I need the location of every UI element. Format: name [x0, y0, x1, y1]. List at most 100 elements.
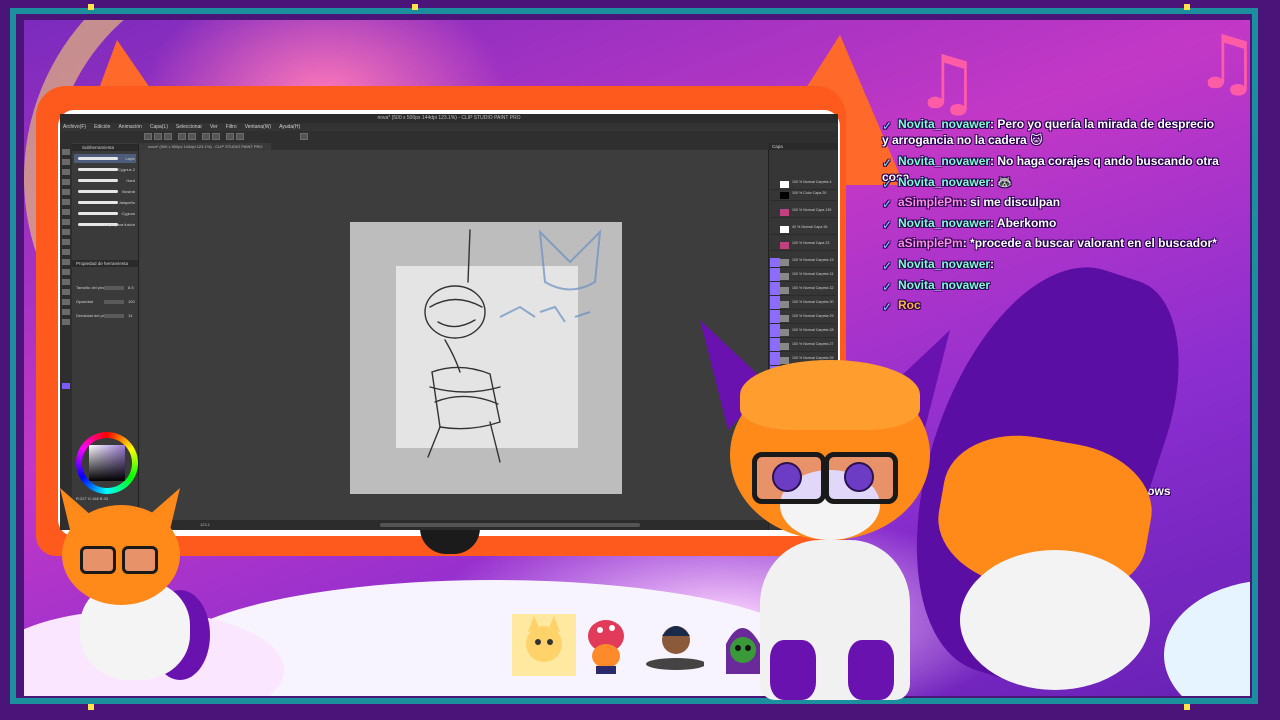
- verified-badge-icon: ✓: [882, 218, 893, 232]
- property-value: 14: [128, 313, 133, 318]
- frame-tool-icon[interactable]: [62, 279, 70, 285]
- brush-item[interactable]: Jalapeño: [74, 198, 136, 207]
- chat-message: ✓ Novita_novawer: 🦝: [882, 174, 1222, 190]
- tab-canvas[interactable]: nova* (500 x 500px 144dpi 123.1%) - CLIP…: [140, 143, 271, 150]
- chat-username: Novita_novawer: [898, 154, 991, 168]
- menu-item[interactable]: Animación: [118, 123, 141, 131]
- figure-tool-icon[interactable]: [62, 269, 70, 275]
- frame-light: [1184, 704, 1190, 710]
- layer-row[interactable]: 100 % Normal Carpeta 27: [770, 342, 836, 352]
- chat-text: : *procede a buscar valorant en el busca…: [962, 236, 1217, 250]
- airbrush-tool-icon[interactable]: [62, 219, 70, 225]
- layer-row[interactable]: 100 % Normal Capa 139: [770, 208, 836, 218]
- move-tool-icon[interactable]: [62, 159, 70, 165]
- main-color-swatch[interactable]: [62, 383, 70, 389]
- chat-text: : Aberkomo: [990, 216, 1057, 230]
- blend-tool-icon[interactable]: [62, 239, 70, 245]
- clip-studio-window: nova* (500 x 500px 144dpi 123.1%) - CLIP…: [60, 114, 838, 530]
- gradient-tool-icon[interactable]: [62, 259, 70, 265]
- brush-item[interactable]: Lapiz: [74, 154, 136, 163]
- correct-line-tool-icon[interactable]: [62, 319, 70, 325]
- small-fox-glasses-left: [80, 546, 116, 574]
- window-title: nova* (500 x 500px 144dpi 123.1%) - CLIP…: [60, 114, 838, 123]
- transform-icon[interactable]: [212, 133, 220, 140]
- brush-label: Lapiz: [125, 156, 135, 161]
- zoom-tool-icon[interactable]: [62, 149, 70, 155]
- property-slider[interactable]: [104, 286, 124, 290]
- layer-row[interactable]: 100 % Color Capa 20: [770, 191, 836, 201]
- snap-ruler-icon[interactable]: [236, 133, 244, 140]
- brush-item[interactable]: Illustrat: [74, 187, 136, 196]
- layer-row[interactable]: 100 % Normal Carpeta 32: [770, 286, 836, 296]
- snap-icon[interactable]: [226, 133, 234, 140]
- eraser-tool-icon[interactable]: [62, 229, 70, 235]
- layer-name: 100 % Color Capa 20: [792, 191, 827, 195]
- redo-icon[interactable]: [188, 133, 196, 140]
- layer-row[interactable]: 100 % Normal Capa 23: [770, 241, 836, 251]
- brush-label: Lapiz para fusión: [104, 222, 135, 227]
- layer-row[interactable]: 100 % Normal Carpeta 30: [770, 300, 836, 310]
- brush-tool-icon[interactable]: [62, 209, 70, 215]
- fox-eye-right: [844, 462, 874, 492]
- ruler-tool-icon[interactable]: [62, 289, 70, 295]
- menu-item[interactable]: Ver: [210, 123, 218, 131]
- brush-size-row[interactable]: Tamaño del pincel 8.5: [76, 284, 136, 291]
- saturation-value-square[interactable]: [89, 445, 125, 481]
- new-file-icon[interactable]: [144, 133, 152, 140]
- menu-item[interactable]: Seleccionar: [176, 123, 202, 131]
- color-readout: R:227 G:168 B:33: [76, 496, 109, 501]
- layer-row[interactable]: 100 % Normal Carpeta 28: [770, 328, 836, 338]
- layer-row[interactable]: 40 % Normal Capa 26: [770, 225, 836, 235]
- save-icon[interactable]: [164, 133, 172, 140]
- layer-row[interactable]: 100 % Normal Carpeta 4: [770, 180, 836, 190]
- pencil-tool-icon[interactable]: [62, 199, 70, 205]
- open-file-icon[interactable]: [154, 133, 162, 140]
- fox-hair: [740, 360, 920, 430]
- menu-item[interactable]: Ventana(W): [245, 123, 271, 131]
- viewer-avatar: [712, 614, 776, 676]
- mushroom-avatar-icon: [588, 620, 624, 674]
- sketch-drawing: [424, 229, 602, 463]
- chat-username: Novita_novawer: [898, 278, 991, 292]
- fill-tool-icon[interactable]: [62, 249, 70, 255]
- eyedropper-icon[interactable]: [62, 179, 70, 185]
- layer-row[interactable]: 100 % Normal Carpeta 29: [770, 314, 836, 324]
- menu-item[interactable]: Filtro: [226, 123, 237, 131]
- brush-stroke-preview: [78, 168, 118, 171]
- chat-text: :: [990, 257, 995, 271]
- layer-name: 100 % Normal Carpeta 27: [792, 342, 834, 346]
- layer-name: 100 % Normal Carpeta 29: [792, 314, 834, 318]
- layer-thumbnail: [780, 242, 789, 249]
- brush-item[interactable]: Hard: [74, 176, 136, 185]
- fox-tail-tip: [960, 550, 1150, 690]
- menu-item[interactable]: Ayuda(H): [279, 123, 300, 131]
- brush-item[interactable]: Cygnus 2: [74, 165, 136, 174]
- property-slider[interactable]: [104, 300, 124, 304]
- brush-stroke-preview: [78, 201, 118, 204]
- layer-name: 100 % Normal Carpeta 4: [792, 180, 832, 184]
- gear-icon[interactable]: [300, 133, 308, 140]
- chat-message: ✓ aSimplePm: si me disculpan: [882, 194, 1222, 210]
- chat-message: ✓ aSimplePm: *procede a buscar valorant e…: [882, 235, 1222, 251]
- text-tool-icon[interactable]: [62, 299, 70, 305]
- brush-item[interactable]: Lapiz para fusión: [74, 220, 136, 229]
- layer-row[interactable]: 100 % Normal Carpeta 31: [770, 272, 836, 282]
- brush-density-row[interactable]: Densidad del pincel 14: [76, 312, 136, 319]
- layer-name: 100 % Normal Carpeta 31: [792, 272, 834, 276]
- balloon-tool-icon[interactable]: [62, 309, 70, 315]
- undo-icon[interactable]: [178, 133, 186, 140]
- layer-row[interactable]: 100 % Normal Carpeta 19: [770, 258, 836, 268]
- verified-badge-icon: ✓: [882, 197, 893, 211]
- menu-item[interactable]: Archivo(F): [63, 123, 86, 131]
- layer-thumbnail: [780, 259, 789, 266]
- clear-icon[interactable]: [202, 133, 210, 140]
- pen-tool-icon[interactable]: [62, 189, 70, 195]
- select-tool-icon[interactable]: [62, 169, 70, 175]
- opacity-row[interactable]: Opacidad 100: [76, 298, 136, 305]
- horizontal-scrollbar[interactable]: [380, 523, 640, 527]
- tool-property-title: Propiedad de herramienta: [72, 260, 138, 267]
- brush-item[interactable]: Cygnus: [74, 209, 136, 218]
- menu-item[interactable]: Capa(L): [150, 123, 168, 131]
- property-slider[interactable]: [104, 314, 124, 318]
- menu-item[interactable]: Edición: [94, 123, 110, 131]
